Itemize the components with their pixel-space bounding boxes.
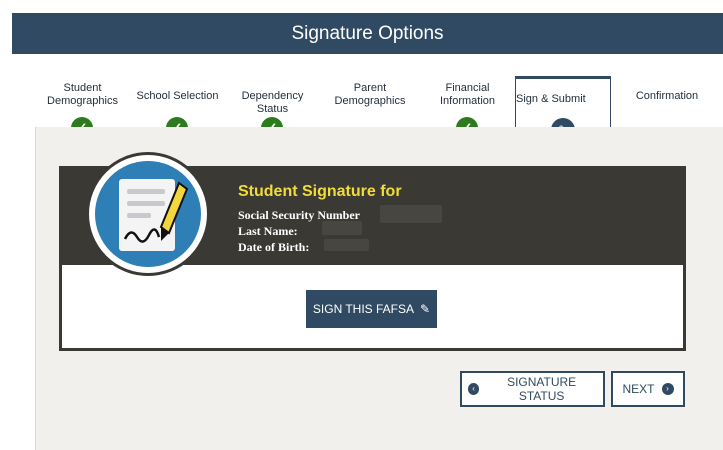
dob-label: Date of Birth:: [238, 240, 310, 254]
page-header: Signature Options: [12, 13, 723, 54]
pencil-icon: ✎: [420, 302, 431, 316]
step-label: School Selection: [136, 90, 219, 102]
signature-status-button[interactable]: ‹ SIGNATURE STATUS: [460, 371, 605, 407]
signature-document-icon: [95, 161, 201, 267]
step-label: Confirmation: [635, 90, 699, 102]
chevron-left-icon: ‹: [468, 383, 480, 395]
signature-card-title: Student Signature for: [238, 183, 402, 200]
step-label: Student Demographics: [47, 82, 118, 107]
step-label: Financial Information: [439, 82, 496, 107]
step-label: Parent Demographics: [334, 82, 406, 107]
redacted-dob: [324, 239, 369, 251]
page-title: Signature Options: [291, 23, 444, 44]
pen-icon: [159, 181, 189, 241]
chevron-right-icon: ›: [661, 383, 674, 395]
step-label: Dependency Status: [241, 90, 304, 115]
last-name-label: Last Name:: [238, 224, 298, 238]
step-label: Sign & Submit: [516, 93, 586, 105]
redacted-last-name: [322, 221, 362, 235]
next-button[interactable]: NEXT ›: [611, 371, 685, 407]
sign-button-label: SIGN THIS FAFSA: [312, 302, 415, 316]
sign-this-fafsa-button[interactable]: SIGN THIS FAFSA ✎: [306, 290, 437, 328]
next-label: NEXT: [622, 382, 655, 396]
signature-status-label: SIGNATURE STATUS: [507, 375, 577, 403]
redacted-ssn: [380, 205, 442, 223]
signature-badge: [86, 152, 210, 276]
